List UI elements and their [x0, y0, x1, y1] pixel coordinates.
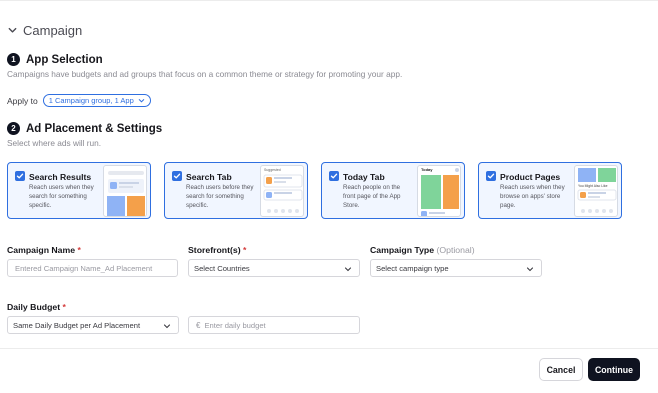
- budget-mode-select[interactable]: Same Daily Budget per Ad Placement: [7, 316, 179, 334]
- continue-button[interactable]: Continue: [588, 358, 640, 381]
- search-results-preview-image: [103, 165, 147, 217]
- today-tab-preview-image: Today: [417, 165, 461, 217]
- currency-symbol: €: [196, 320, 201, 330]
- placement-title: Product Pages: [500, 172, 561, 182]
- checkbox-checked[interactable]: [329, 171, 339, 181]
- thumb-caption: Today: [421, 167, 433, 172]
- check-icon: [487, 173, 495, 179]
- placement-title: Search Tab: [186, 172, 232, 182]
- step-title: App Selection: [26, 53, 103, 66]
- campaign-type-value: Select campaign type: [376, 263, 449, 273]
- label-text: Campaign Type: [370, 245, 435, 255]
- placement-description: Reach users before they search for somet…: [186, 184, 254, 209]
- campaign-name-placeholder: Entered Campaign Name_Ad Placement: [15, 263, 153, 273]
- storefronts-label: Storefront(s) *: [188, 245, 246, 255]
- step-number-badge: 2: [7, 122, 20, 135]
- check-icon: [173, 173, 181, 179]
- apply-to-row: Apply to 1 Campaign group, 1 App: [7, 94, 151, 107]
- label-text: Storefront(s): [188, 245, 241, 255]
- budget-mode-value: Same Daily Budget per Ad Placement: [13, 320, 141, 330]
- chevron-down-icon: [138, 99, 144, 103]
- daily-budget-input[interactable]: € Enter daily budget: [188, 316, 360, 334]
- placement-title: Today Tab: [343, 172, 385, 182]
- storefronts-value: Select Countries: [194, 263, 250, 273]
- chevron-down-icon: [8, 27, 17, 33]
- search-tab-preview-image: Suggested: [260, 165, 304, 217]
- campaign-type-select[interactable]: Select campaign type: [370, 259, 542, 277]
- placement-title: Search Results: [29, 172, 92, 182]
- step-number-badge: 1: [7, 53, 20, 66]
- step-description: Campaigns have budgets and ad groups tha…: [7, 69, 403, 79]
- label-text: Campaign Name: [7, 245, 76, 255]
- chevron-down-icon: [344, 267, 352, 272]
- placement-card-search-results[interactable]: Search Results Reach users when they sea…: [7, 162, 151, 219]
- daily-budget-placeholder: Enter daily budget: [204, 320, 266, 330]
- campaign-name-label: Campaign Name *: [7, 245, 81, 255]
- step-description: Select where ads will run.: [7, 138, 102, 148]
- top-divider: [0, 0, 658, 1]
- daily-budget-label: Daily Budget *: [7, 302, 66, 312]
- product-pages-preview-image: You Might Also Like: [574, 165, 618, 217]
- step-app-selection: 1 App Selection: [7, 53, 103, 66]
- checkbox-checked[interactable]: [486, 171, 496, 181]
- required-marker: *: [77, 245, 81, 255]
- section-title: Campaign: [23, 23, 83, 38]
- placement-description: Reach users when they browse on apps' st…: [500, 184, 565, 209]
- label-text: Daily Budget: [7, 302, 61, 312]
- chevron-down-icon: [526, 267, 534, 272]
- cancel-button[interactable]: Cancel: [539, 358, 583, 381]
- storefronts-select[interactable]: Select Countries: [188, 259, 360, 277]
- placement-card-today-tab[interactable]: Today Tab Reach people on the front page…: [321, 162, 465, 219]
- campaign-section-toggle[interactable]: Campaign: [7, 23, 82, 38]
- apply-to-label: Apply to: [7, 95, 38, 106]
- placement-description: Reach people on the front page of the Ap…: [343, 184, 401, 209]
- apply-to-value: 1 Campaign group, 1 App: [48, 96, 134, 105]
- footer-divider: [0, 348, 658, 349]
- placement-card-search-tab[interactable]: Search Tab Reach users before they searc…: [164, 162, 308, 219]
- chevron-down-icon: [163, 324, 171, 329]
- check-icon: [330, 173, 338, 179]
- step-title: Ad Placement & Settings: [26, 122, 163, 135]
- required-marker: *: [243, 245, 247, 255]
- check-icon: [16, 173, 24, 179]
- placement-card-product-pages[interactable]: Product Pages Reach users when they brow…: [478, 162, 622, 219]
- required-marker: *: [62, 302, 66, 312]
- checkbox-checked[interactable]: [172, 171, 182, 181]
- apply-to-dropdown[interactable]: 1 Campaign group, 1 App: [42, 94, 151, 107]
- thumb-caption: Suggested: [264, 168, 281, 172]
- step-ad-placement: 2 Ad Placement & Settings: [7, 122, 162, 135]
- campaign-type-label: Campaign Type (Optional): [370, 245, 475, 255]
- campaign-name-input[interactable]: Entered Campaign Name_Ad Placement: [7, 259, 178, 277]
- placement-description: Reach users when they search for somethi…: [29, 184, 94, 209]
- checkbox-checked[interactable]: [15, 171, 25, 181]
- optional-marker: (Optional): [436, 245, 475, 255]
